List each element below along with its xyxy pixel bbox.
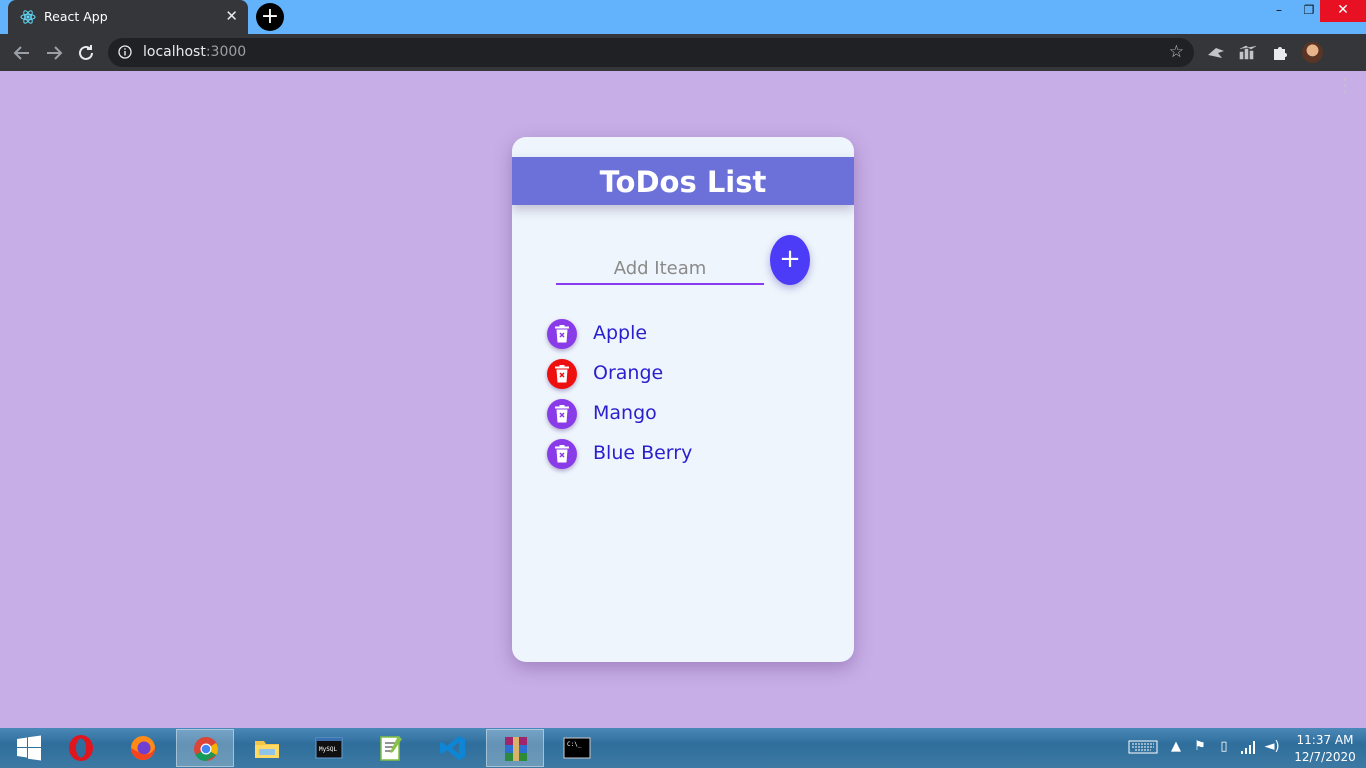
mysql-console-icon: MySQL bbox=[315, 737, 343, 759]
delete-item-button[interactable] bbox=[547, 439, 577, 469]
delete-item-button[interactable] bbox=[547, 399, 577, 429]
system-clock[interactable]: 11:37 AM 12/7/2020 bbox=[1290, 732, 1360, 766]
taskbar-vscode[interactable] bbox=[424, 729, 482, 767]
tab-close-icon[interactable]: ✕ bbox=[225, 7, 238, 25]
trash-icon bbox=[555, 405, 569, 423]
reload-icon bbox=[79, 45, 93, 60]
browser-tab-strip: React App ✕ + – ❐ ✕ bbox=[0, 0, 1366, 34]
list-item: Mango bbox=[547, 399, 827, 439]
item-text: Blue Berry bbox=[593, 442, 693, 464]
react-logo-icon bbox=[20, 10, 36, 24]
card-title: ToDos List bbox=[512, 157, 854, 205]
taskbar-mysql[interactable]: MySQL bbox=[300, 729, 358, 767]
more-menu-icon[interactable]: ⋮ bbox=[1336, 75, 1354, 96]
volume-icon[interactable]: ◄) bbox=[1264, 739, 1280, 755]
windows-taskbar: MySQL C:\_ ▲ ⚑ ▯ ◄) 11:37 AM 12/7/2020 bbox=[0, 728, 1366, 768]
list-item: Apple bbox=[547, 319, 827, 359]
reload-button[interactable] bbox=[74, 41, 98, 65]
firefox-icon bbox=[131, 736, 155, 760]
item-text: Orange bbox=[593, 362, 664, 384]
trash-icon bbox=[555, 445, 569, 463]
address-bar[interactable]: localhost:3000 ☆ bbox=[108, 38, 1194, 67]
clock-date: 12/7/2020 bbox=[1294, 750, 1356, 764]
list-item: Blue Berry bbox=[547, 439, 827, 479]
extension-bird-icon[interactable] bbox=[1206, 43, 1226, 63]
todo-list: Apple Orange Mango Blue Berry bbox=[547, 319, 827, 479]
url-host: localhost bbox=[143, 44, 206, 60]
taskbar-command-prompt[interactable]: C:\_ bbox=[548, 729, 606, 767]
bookmark-star-icon[interactable]: ☆ bbox=[1169, 42, 1184, 62]
extension-chart-icon[interactable] bbox=[1238, 43, 1258, 63]
add-item-button[interactable]: + bbox=[770, 235, 810, 285]
terminal-icon: C:\_ bbox=[563, 737, 591, 759]
list-item: Orange bbox=[547, 359, 827, 399]
taskbar-opera[interactable] bbox=[52, 729, 110, 767]
network-signal-icon[interactable] bbox=[1240, 739, 1256, 755]
svg-text:MySQL: MySQL bbox=[319, 746, 337, 753]
item-text: Apple bbox=[593, 322, 648, 344]
svg-text:C:\_: C:\_ bbox=[567, 741, 582, 748]
new-tab-button[interactable]: + bbox=[256, 3, 284, 31]
chrome-icon bbox=[194, 737, 218, 761]
taskbar-file-explorer[interactable] bbox=[238, 729, 296, 767]
trash-icon bbox=[555, 325, 569, 343]
show-hidden-icons[interactable]: ▲ bbox=[1168, 739, 1184, 755]
extensions-puzzle-icon[interactable] bbox=[1270, 43, 1290, 63]
notepad-icon bbox=[380, 736, 402, 761]
opera-icon bbox=[69, 735, 93, 761]
clock-time: 11:37 AM bbox=[1296, 733, 1354, 747]
start-button[interactable] bbox=[0, 729, 58, 767]
forward-button[interactable] bbox=[42, 41, 66, 65]
url-port: :3000 bbox=[205, 44, 247, 60]
browser-toolbar: localhost:3000 ☆ ⋮ bbox=[0, 34, 1366, 96]
add-item-input[interactable] bbox=[556, 253, 764, 285]
taskbar-notepad-plus-plus[interactable] bbox=[362, 729, 420, 767]
back-button[interactable] bbox=[10, 41, 34, 65]
todo-card: ToDos List + Apple Orange Mango Blue Ber bbox=[512, 137, 854, 662]
taskbar-firefox[interactable] bbox=[114, 729, 172, 767]
windows-logo-icon bbox=[17, 735, 41, 761]
action-center-flag-icon[interactable]: ⚑ bbox=[1192, 739, 1208, 755]
item-text: Mango bbox=[593, 402, 657, 424]
close-window-button[interactable]: ✕ bbox=[1320, 0, 1366, 22]
vscode-icon bbox=[440, 736, 465, 760]
taskbar-winrar[interactable] bbox=[486, 729, 544, 767]
folder-icon bbox=[255, 741, 279, 758]
delete-item-button[interactable] bbox=[547, 359, 577, 389]
info-icon[interactable] bbox=[118, 45, 132, 59]
tab-title: React App bbox=[44, 9, 108, 24]
arrow-right-icon bbox=[47, 46, 63, 60]
taskbar-chrome[interactable] bbox=[176, 729, 234, 767]
url-text: localhost:3000 bbox=[143, 44, 246, 60]
arrow-left-icon bbox=[13, 46, 29, 60]
minimize-button[interactable]: – bbox=[1262, 0, 1296, 22]
battery-icon[interactable]: ▯ bbox=[1216, 739, 1232, 755]
delete-item-button[interactable] bbox=[547, 319, 577, 349]
winrar-icon bbox=[505, 737, 527, 761]
profile-avatar[interactable] bbox=[1302, 42, 1323, 63]
keyboard-icon[interactable] bbox=[1128, 739, 1158, 755]
trash-icon bbox=[555, 365, 569, 383]
browser-tab[interactable]: React App ✕ bbox=[8, 0, 248, 34]
